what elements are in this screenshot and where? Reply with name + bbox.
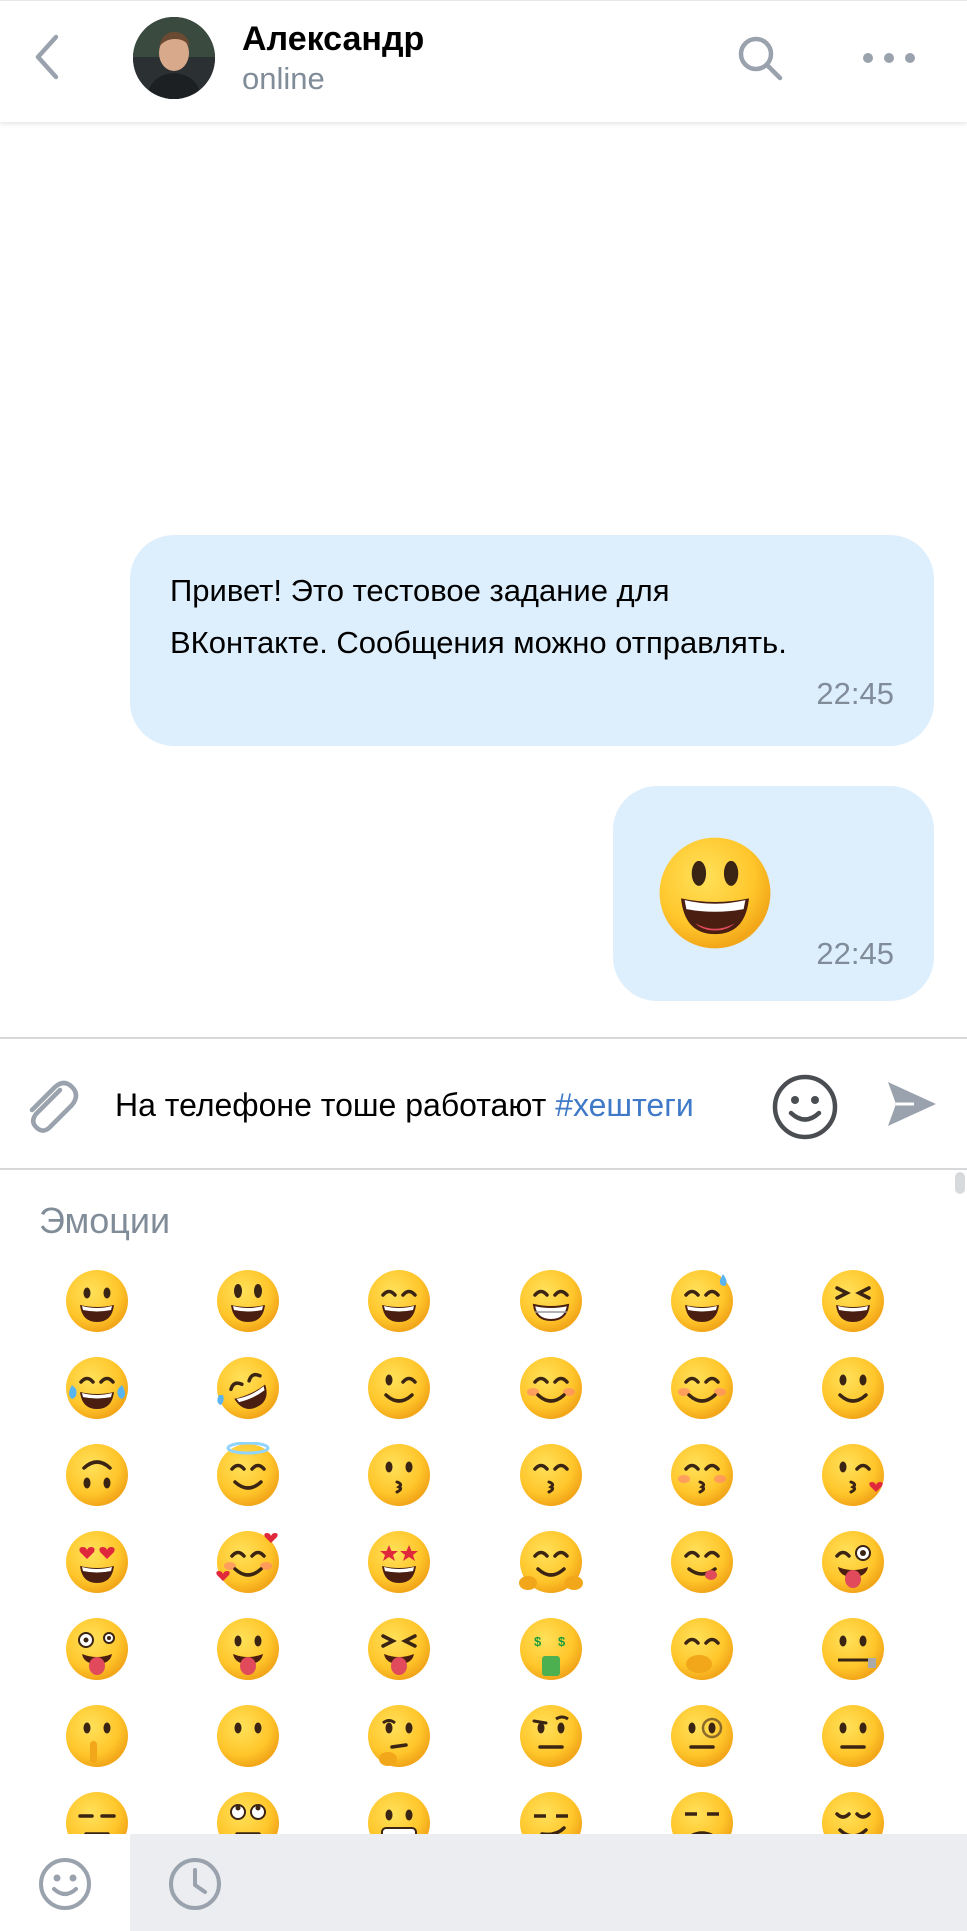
kissing-closed-eyes-emoji-icon[interactable] [669,1442,735,1508]
savoring-food-emoji-icon[interactable] [669,1529,735,1595]
kissing-emoji-icon[interactable] [366,1442,432,1508]
hearts-smile-emoji-icon[interactable] [215,1529,281,1595]
message-time: 22:45 [816,936,894,971]
heart-eyes-emoji-icon[interactable] [64,1529,130,1595]
search-button[interactable] [735,33,785,83]
message-time: 22:45 [816,676,894,711]
recent-tab[interactable] [165,1854,225,1914]
tears-of-joy-emoji-icon[interactable] [64,1355,130,1421]
emoji-button[interactable] [770,1072,840,1142]
svg-text:$: $ [558,1634,566,1649]
tab-bar-background [130,1834,967,1931]
paperclip-icon [29,1080,79,1133]
big-eyes-smile-emoji-icon[interactable] [215,1268,281,1334]
clock-icon [169,1858,221,1910]
more-button[interactable] [862,44,916,72]
grimacing-emoji-icon[interactable] [366,1790,432,1834]
money-mouth-emoji-icon[interactable]: $ $ [518,1616,584,1682]
grin-sweat-emoji-icon[interactable] [669,1268,735,1334]
send-button[interactable] [884,1076,940,1132]
smile-icon [39,1858,91,1910]
attach-button[interactable] [20,1072,82,1140]
raised-eyebrow-emoji-icon[interactable] [518,1703,584,1769]
hashtag-link[interactable]: #хештеги [555,1087,694,1123]
kissing-smiling-eyes-emoji-icon[interactable] [518,1442,584,1508]
emoji-category-title: Эмоции [39,1200,171,1241]
hugging-emoji-icon[interactable] [518,1529,584,1595]
grin-smiling-eyes-emoji-icon[interactable] [366,1268,432,1334]
beaming-emoji-icon[interactable] [518,1268,584,1334]
winking-tongue-emoji-icon[interactable] [820,1529,886,1595]
grinning-emoji-icon[interactable] [64,1268,130,1334]
more-horizontal-icon [863,53,915,63]
back-button[interactable] [28,31,68,83]
winking-emoji-icon[interactable] [366,1355,432,1421]
rolling-on-floor-emoji-icon[interactable] [215,1355,281,1421]
emoji-tab[interactable] [0,1834,130,1931]
squinting-tongue-emoji-icon[interactable] [366,1616,432,1682]
blowing-kiss-emoji-icon[interactable] [820,1442,886,1508]
slight-smile-emoji-icon[interactable] [820,1355,886,1421]
squinting-laugh-emoji-icon[interactable] [820,1268,886,1334]
tongue-out-emoji-icon[interactable] [215,1616,281,1682]
avatar[interactable] [133,17,215,99]
smiling-face-big-eyes-icon [659,837,771,949]
send-icon [888,1082,936,1126]
no-mouth-emoji-icon[interactable] [215,1703,281,1769]
thinking-emoji-icon[interactable] [366,1703,432,1769]
smile-icon [772,1074,838,1140]
message-composer: На телефоне тоше работают #хештеги [0,1037,967,1170]
relieved-emoji-icon[interactable] [820,1790,886,1834]
contact-name[interactable]: Александр [242,20,424,59]
smiling-eyes-emoji-icon[interactable] [518,1355,584,1421]
message-bubble[interactable]: Привет! Это тестовое задание для ВКонтак… [130,535,934,746]
smirking-emoji-icon[interactable] [518,1790,584,1834]
chevron-left-icon [35,34,59,80]
chat-header: Александр online [0,0,967,122]
halo-emoji-icon[interactable] [215,1442,281,1508]
hand-over-mouth-emoji-icon[interactable] [669,1616,735,1682]
zany-emoji-icon[interactable] [64,1616,130,1682]
shushing-emoji-icon[interactable] [64,1703,130,1769]
star-struck-emoji-icon[interactable] [366,1529,432,1595]
message-bubble[interactable]: 22:45 [613,786,934,1001]
monocle-emoji-icon[interactable] [669,1703,735,1769]
search-icon [738,36,783,81]
rolling-eyes-emoji-icon[interactable] [215,1790,281,1834]
neutral-emoji-icon[interactable] [820,1703,886,1769]
message-input[interactable]: На телефоне тоше работают #хештеги [115,1079,755,1131]
zipper-mouth-emoji-icon[interactable] [820,1616,886,1682]
emoji-panel: Эмоции $ $ [0,1172,967,1834]
unamused-emoji-icon[interactable] [669,1790,735,1834]
emoji-scrollbar[interactable] [955,1172,965,1194]
message-text: Привет! Это тестовое задание для ВКонтак… [170,573,787,660]
blush-emoji-icon[interactable] [669,1355,735,1421]
expressionless-emoji-icon[interactable] [64,1790,130,1834]
upside-down-emoji-icon[interactable] [64,1442,130,1508]
emoji-tab-bar [0,1834,967,1931]
input-text: На телефоне тоше работают [115,1087,556,1123]
svg-text:$: $ [534,1634,542,1649]
contact-status: online [242,61,325,96]
